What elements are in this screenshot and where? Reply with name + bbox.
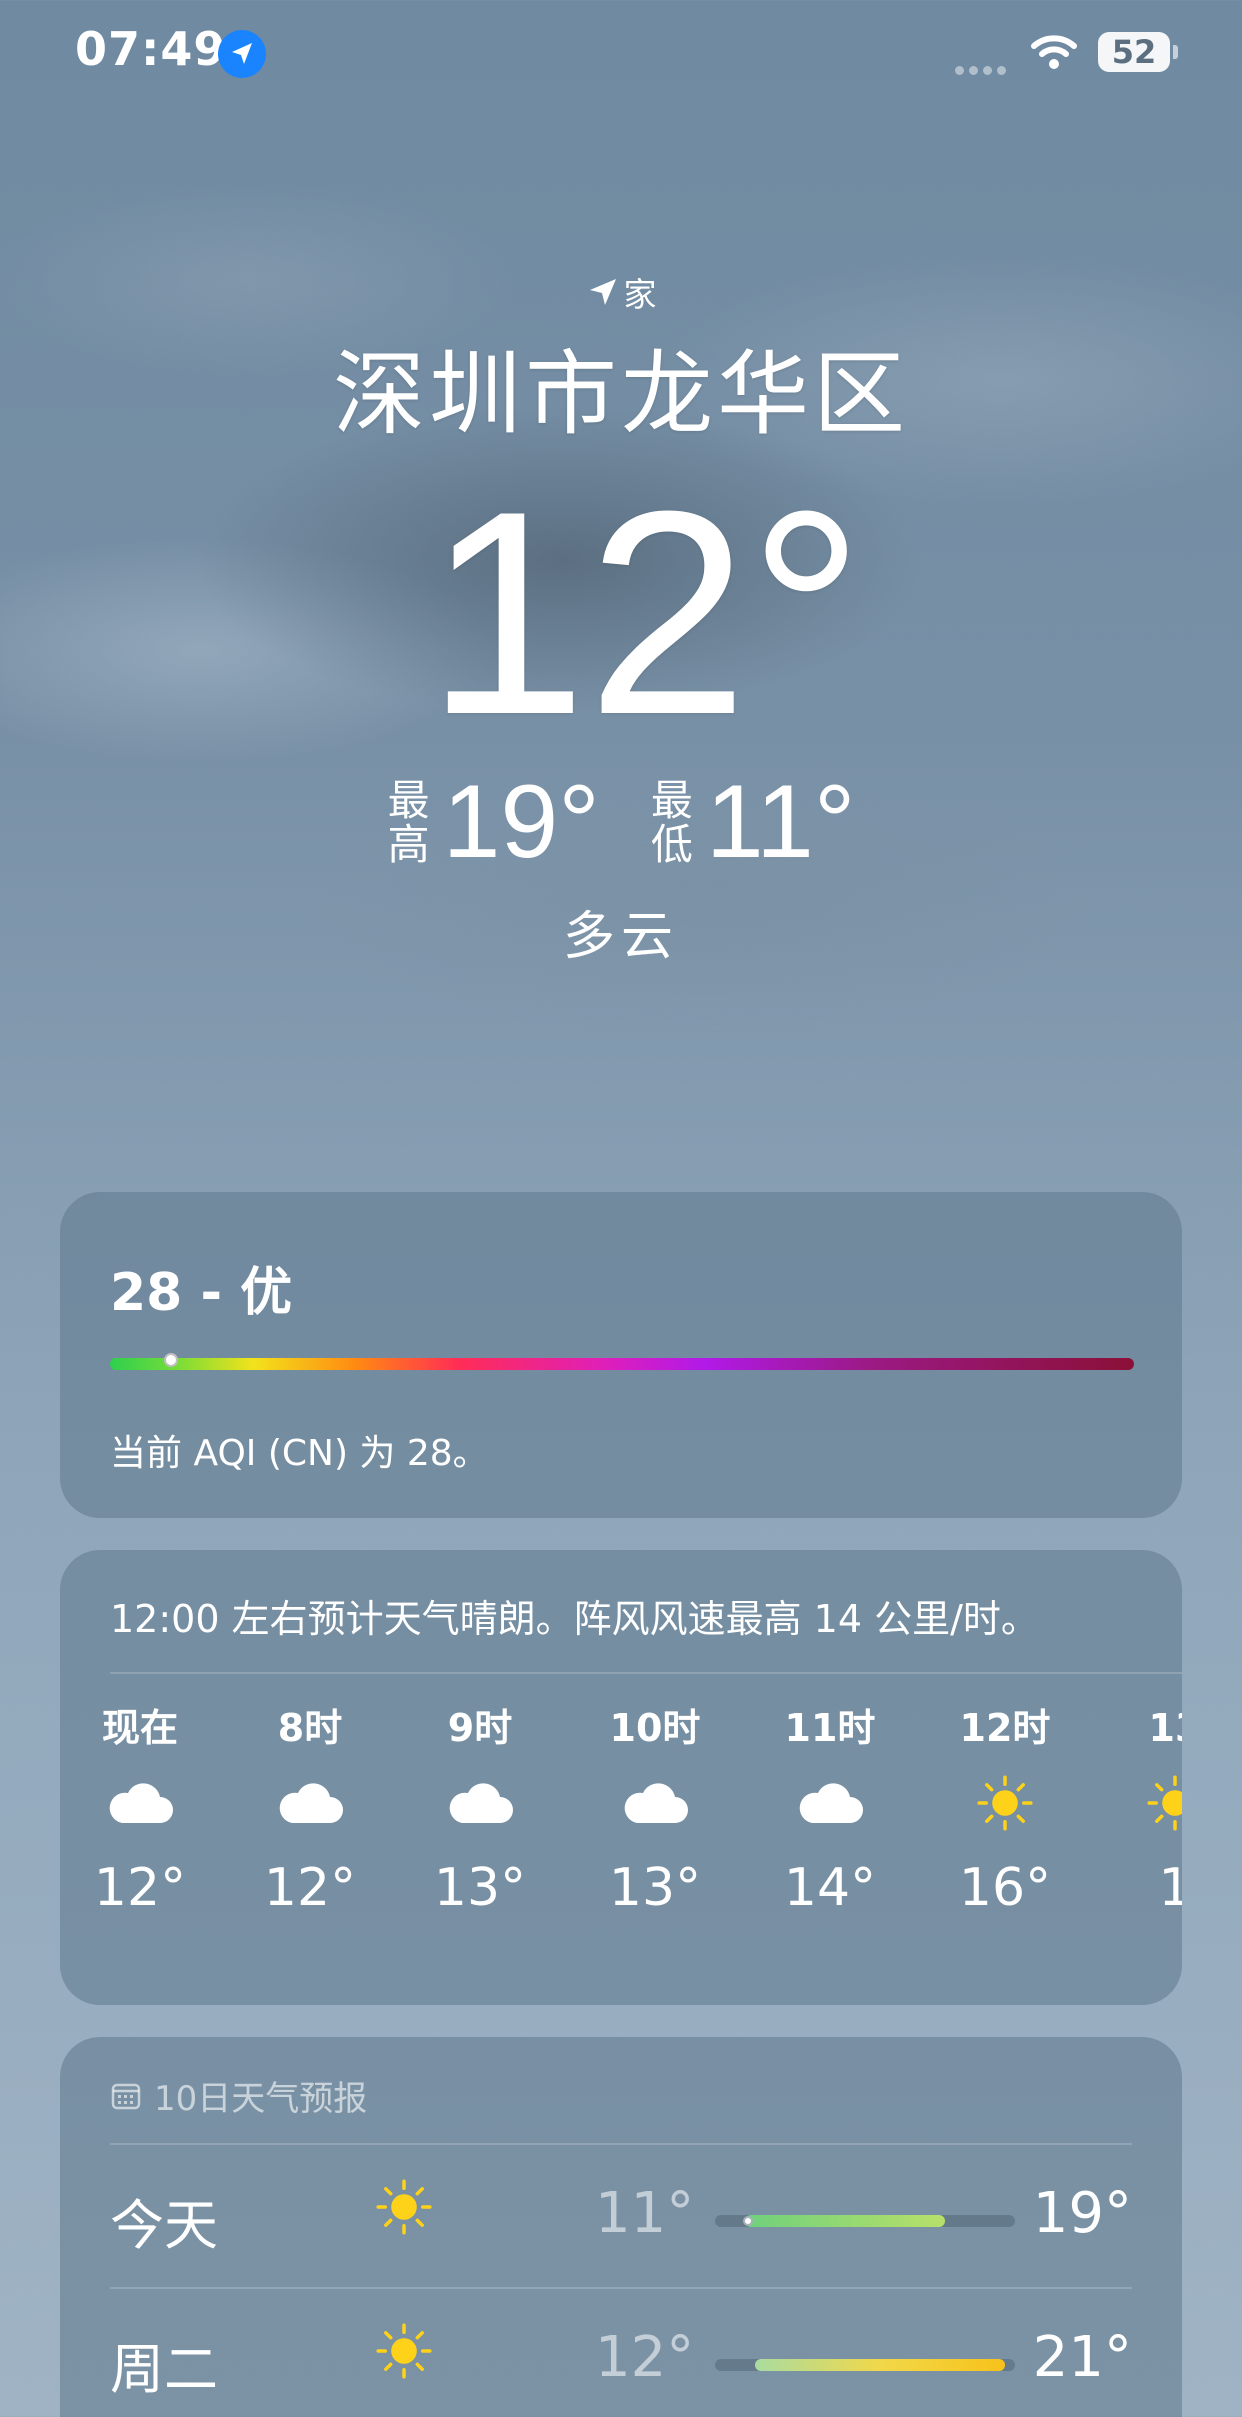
day-row-today[interactable]: 今天 11° 19° [60,2145,1182,2285]
hour-item: 12时 16° [935,1698,1075,1918]
hour-temperature: 12° [263,1858,357,1918]
cloud-icon [585,1758,725,1848]
current-temperature: 12° [425,451,865,775]
hour-item: 11时 14° [760,1698,900,1918]
low-label: 最低 [650,775,693,869]
sun-icon [935,1758,1075,1848]
hourly-summary: 12:00 左右预计天气晴朗。阵风风速最高 14 公里/时。 [110,1597,1039,1641]
aqi-scale-bar [110,1358,1134,1370]
low-temperature: 11° [705,764,856,880]
air-quality-card[interactable]: 28 - 优 当前 AQI (CN) 为 28。 [60,1192,1182,1518]
day-name: 周二 [110,2338,218,2401]
day-low: 11° [595,2181,695,2246]
signal-dots-icon [955,60,1015,75]
day-high: 19° [1032,2181,1132,2246]
aqi-description: 当前 AQI (CN) 为 28。 [110,1433,489,1474]
battery-icon: 52 [1098,32,1170,72]
high-label: 最高 [387,775,430,869]
aqi-value: 28 - 优 [110,1263,293,1323]
day-low: 12° [595,2325,695,2390]
high-temperature: 19° [442,764,600,880]
temperature-range-bar [715,2215,1015,2227]
ten-day-title-text: 10日天气预报 [154,2079,368,2119]
high-low: 最高 19° 最低 11° [0,763,1242,882]
wifi-icon [1030,34,1078,74]
cloud-icon [760,1758,900,1848]
day-name: 今天 [110,2194,218,2257]
sun-icon [372,2319,436,2387]
day-high: 21° [1032,2325,1132,2390]
hour-temperature: 13° [433,1858,527,1918]
sun-icon [1105,1758,1182,1848]
hour-label: 11时 [784,1706,876,1750]
temperature-range-bar [715,2359,1015,2371]
hour-label: 13 [1148,1706,1182,1750]
ten-day-forecast-card[interactable]: 10日天气预报 今天 11° 19° 周二 12° 21° [60,2037,1182,2417]
ten-day-title: 10日天气预报 [110,2071,367,2120]
hour-label: 9时 [447,1706,513,1750]
hour-item: 10时 13° [585,1698,725,1918]
hour-temperature: 13° [608,1858,702,1918]
hour-temperature: 14° [783,1858,877,1918]
cloud-icon [70,1758,210,1848]
calendar-icon [111,2083,141,2109]
day-row-tuesday[interactable]: 周二 12° 21° [60,2289,1182,2417]
hour-label: 12时 [959,1706,1051,1750]
hour-label: 8时 [277,1706,343,1750]
hour-item: 8时 12° [240,1698,380,1918]
battery-tip [1173,45,1178,59]
hourly-forecast-card[interactable]: 12:00 左右预计天气晴朗。阵风风速最高 14 公里/时。 现在 12° 8时 12… [60,1550,1182,2005]
hour-temperature: 12° [93,1858,187,1918]
city-name: 深圳市龙华区 [332,341,909,448]
temperature-range-fill [745,2215,945,2227]
hour-item: 13 1 [1105,1698,1182,1918]
hour-item: 现在 12° [70,1698,210,1918]
cloud-icon [240,1758,380,1848]
sun-icon [372,2175,436,2243]
current-weather-header: 家 深圳市龙华区 12° 最高 19° 最低 11° 多云 [0,270,1242,969]
location-name: 家 [623,275,657,314]
temperature-range-fill [755,2359,1005,2371]
hourly-list[interactable]: 现在 12° 8时 12° 9时 13° 10时 13° 11时 14° 12时 16° 13 1 [60,1698,1182,1958]
hour-temperature: 1 [1158,1858,1182,1918]
status-time: 07:49 [75,22,227,76]
divider [110,1672,1182,1674]
condition-text: 多云 [562,907,679,967]
hour-label: 10时 [609,1706,701,1750]
hour-item: 9时 13° [410,1698,550,1918]
hour-label: 现在 [101,1706,178,1750]
current-temp-dot [743,2216,753,2226]
location-arrow-icon [218,30,266,78]
hour-temperature: 16° [958,1858,1052,1918]
location-arrow-icon [589,279,616,305]
status-bar: 07:49 52 [0,0,1242,110]
location-label: 家 [0,270,1242,314]
cloud-icon [410,1758,550,1848]
